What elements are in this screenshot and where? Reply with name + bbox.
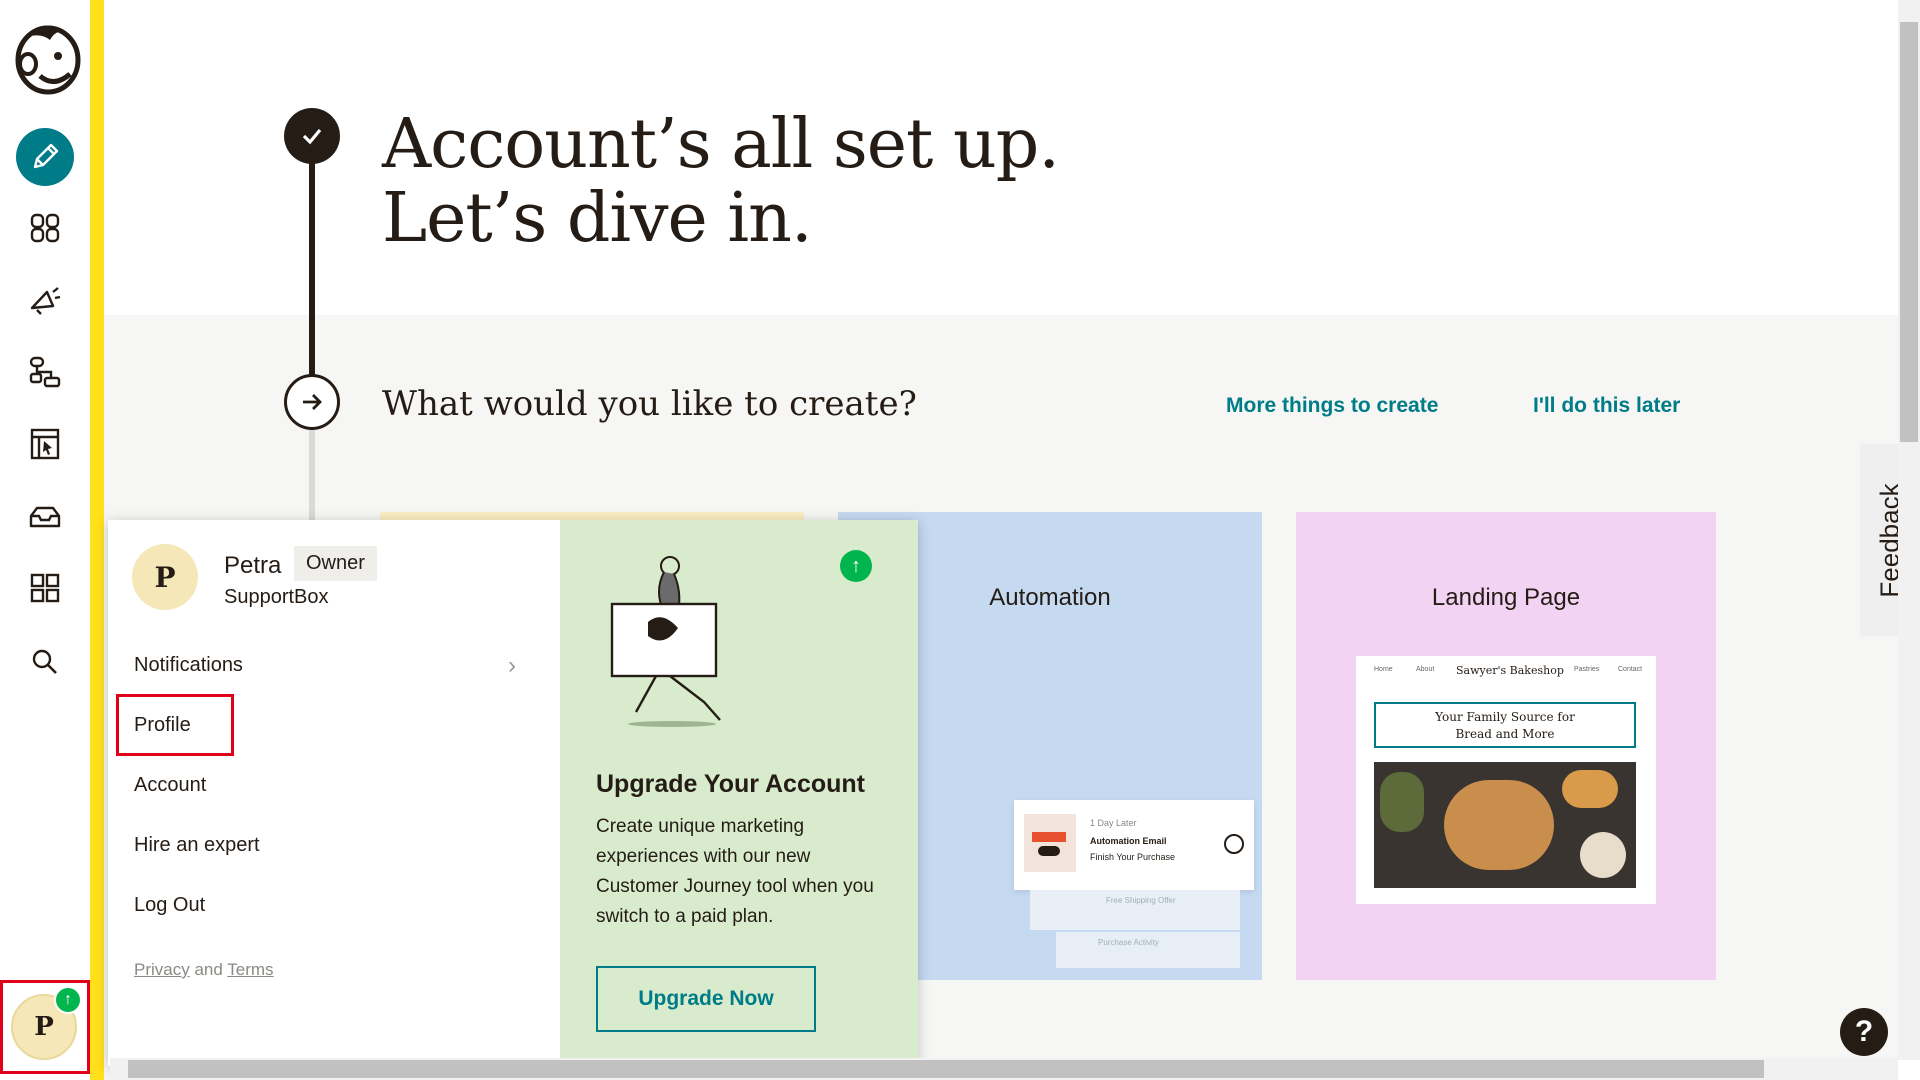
headline-line-1: Account’s all set up. [382, 105, 1060, 184]
menu-avatar-initial: P [154, 560, 176, 594]
menu-avatar: P [132, 544, 198, 610]
avatar-initial: P [34, 1012, 54, 1042]
upgrade-description: Create unique marketing experiences with… [596, 816, 874, 927]
create-icon[interactable] [16, 128, 74, 186]
sidebar: P ↑ [0, 0, 90, 1080]
step-2-label: Free Shipping Offer [1106, 896, 1176, 905]
chevron-right-icon: › [508, 652, 516, 679]
timeline-line-upcoming [309, 430, 315, 520]
upgrade-title: Upgrade Your Account [596, 770, 866, 798]
checkmark-icon [284, 108, 340, 164]
campaigns-megaphone-icon[interactable] [17, 272, 73, 328]
headline-line-2: Let’s dive in. [382, 179, 813, 258]
content-inbox-icon[interactable] [17, 488, 73, 544]
upgrade-now-button[interactable]: Upgrade Now [596, 966, 816, 1032]
landing-preview: Home About Sawyer's Bakeshop Pastries Co… [1356, 656, 1656, 904]
landing-card-title: Landing Page [1431, 584, 1581, 611]
upgrade-arrow-icon: ↑ [54, 986, 82, 1014]
preview-shop-name: Sawyer's Bakeshop [1456, 664, 1564, 677]
upgrade-panel: ↑ Upgrade Your Account Create unique mar… [560, 520, 918, 1066]
user-name: Petra [224, 552, 282, 579]
privacy-link[interactable]: Privacy [134, 960, 190, 979]
menu-item-notifications[interactable]: Notifications [134, 654, 243, 677]
mailchimp-logo-icon[interactable] [10, 18, 82, 96]
horizontal-scrollbar-thumb[interactable] [128, 1060, 1764, 1078]
search-icon[interactable] [17, 634, 73, 690]
and-text: and [194, 960, 223, 979]
arrow-right-icon [284, 374, 340, 430]
landing-page-card[interactable]: Landing Page Home About Sawyer's Bakesho… [1296, 512, 1716, 980]
app-root: P ↑ Account’s all set up. Let’s dive in.… [0, 0, 1920, 1080]
menu-item-logout[interactable]: Log Out [134, 894, 205, 917]
email-subtitle: Finish Your Purchase [1090, 852, 1176, 862]
menu-item-account[interactable]: Account [134, 774, 206, 797]
bread-photo [1374, 762, 1636, 888]
automation-step-3: Purchase Activity [1056, 932, 1240, 968]
timeline-line [309, 135, 315, 390]
help-button[interactable]: ? [1840, 1008, 1888, 1056]
walking-person-illustration-icon [608, 552, 748, 728]
preview-nav-about: About [1416, 666, 1435, 673]
email-title: Automation Email [1090, 836, 1167, 846]
delay-label: 1 Day Later [1090, 818, 1137, 828]
preview-headline-2: Bread and More [1455, 727, 1555, 741]
vertical-scrollbar-thumb[interactable] [1900, 22, 1918, 442]
upgrade-badge-icon: ↑ [840, 550, 872, 582]
terms-link[interactable]: Terms [227, 960, 273, 979]
step-3-label: Purchase Activity [1098, 938, 1159, 947]
page-title: Account’s all set up. Let’s dive in. [382, 105, 1060, 258]
preview-nav-pastries: Pastries [1574, 666, 1600, 673]
email-thumbnail [1024, 814, 1076, 872]
clock-icon [1224, 834, 1244, 854]
preview-headline-1: Your Family Source for [1435, 710, 1575, 724]
sidebar-accent-bar [90, 0, 104, 1080]
automation-step-2: Free Shipping Offer [1030, 890, 1240, 930]
menu-item-hire-expert[interactable]: Hire an expert [134, 834, 260, 857]
preview-nav-contact: Contact [1618, 666, 1643, 673]
more-things-link[interactable]: More things to create [1226, 394, 1438, 418]
account-menu: P Petra Owner SupportBox Notifications ›… [108, 520, 560, 1066]
account-menu-popover: P Petra Owner SupportBox Notifications ›… [108, 520, 918, 1066]
integrations-grid-icon[interactable] [17, 560, 73, 616]
automations-flow-icon[interactable] [17, 344, 73, 400]
menu-item-profile[interactable]: Profile [134, 714, 191, 737]
role-badge: Owner [294, 546, 377, 581]
preview-headline: Your Family Source for Bread and More [1374, 702, 1636, 748]
automation-preview-stack: 1 Day Later Automation Email Finish Your… [1014, 800, 1254, 890]
preview-nav-home: Home [1374, 666, 1393, 673]
create-question: What would you like to create? [382, 384, 917, 424]
website-page-icon[interactable] [17, 416, 73, 472]
legal-links: Privacy and Terms [134, 960, 274, 980]
do-later-link[interactable]: I'll do this later [1533, 394, 1680, 418]
organization-name: SupportBox [224, 586, 329, 608]
audience-icon[interactable] [17, 200, 73, 256]
